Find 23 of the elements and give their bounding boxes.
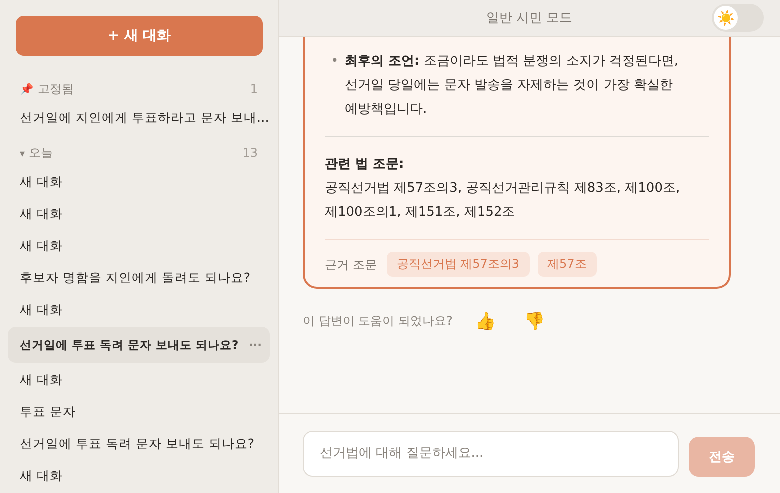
mode-title: 일반 시민 모드: [486, 10, 573, 27]
conversation-item[interactable]: 새 대화: [8, 460, 270, 492]
law-heading: 관련 법 조문:: [325, 156, 406, 174]
conversation-item[interactable]: 새 대화: [8, 166, 270, 198]
conversation-item[interactable]: 새 대화: [8, 230, 270, 262]
bullet-marker: •: [330, 53, 340, 71]
question-input-field[interactable]: 선거법에 대해 질문하세요...: [303, 430, 679, 476]
section-header[interactable]: 📌 고정됨: [20, 80, 74, 98]
sun-icon: ☀: [714, 6, 738, 30]
conversation-item[interactable]: 새 대화: [8, 364, 270, 396]
law-text: 공직선거법 제57조의3, 공직선거관리규칙 제83조, 제100조, 제100조의1, 제151조, 제152조: [325, 180, 682, 222]
conversation-item[interactable]: 새 대화: [8, 294, 270, 326]
feedback-question: 이 답변이 도움이 되었나요?: [303, 313, 453, 330]
conversation-item[interactable]: 선거일에 투표 독려 문자 보내도 되나요? ···: [8, 327, 270, 363]
conversation-item[interactable]: 선거일에 지인에게 투표하라고 문자 보내…: [8, 102, 270, 134]
conversation-item[interactable]: 새 대화: [8, 198, 270, 230]
conversation-item[interactable]: 후보자 명함을 지인에게 돌려도 되나요?: [8, 262, 270, 294]
conversation-item[interactable]: 선거일에 투표 독려 문자 보내도 되나요?: [8, 428, 270, 460]
answer-text: 최후의 조언: 조금이라도 법적 분쟁의 소지가 걱정된다면, 선거일 당일에는 문자 발송을 자제하는 것이 가장 확실한 예방책입니다.: [345, 53, 679, 119]
sources-label: 근거 조문: [325, 256, 377, 274]
conversation-item[interactable]: 투표 문자: [8, 396, 270, 428]
count-label: 13: [242, 146, 258, 160]
count-label: 1: [250, 82, 258, 96]
